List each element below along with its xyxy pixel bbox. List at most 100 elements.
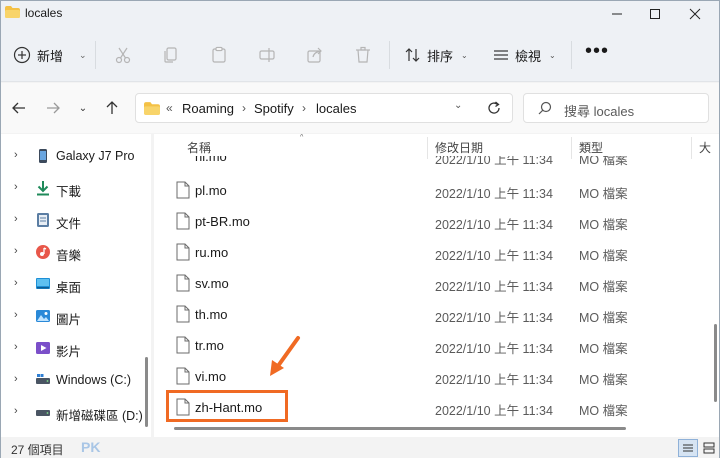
sidebar-item-label: 音樂 <box>56 249 82 263</box>
breadcrumb-locales[interactable]: locales <box>316 101 356 116</box>
navigation-bar: ⌄ « Roaming › Spotify › locales ⌄ 搜尋 loc… <box>1 83 719 133</box>
file-row[interactable]: pt-BR.mo 2022/1/10 上午 11:34 MO 檔案 <box>168 206 708 237</box>
file-name: tr.mo <box>195 338 224 353</box>
toolbar-divider <box>95 41 96 69</box>
breadcrumb-roaming[interactable]: Roaming <box>182 101 234 116</box>
file-type: MO 檔案 <box>579 342 628 356</box>
file-type: MO 檔案 <box>579 280 628 294</box>
chevron-right-icon[interactable]: › <box>14 405 18 417</box>
chevron-right-icon[interactable]: › <box>14 277 18 289</box>
copy-icon <box>164 47 177 63</box>
file-row[interactable]: th.mo 2022/1/10 上午 11:34 MO 檔案 <box>168 299 708 330</box>
highlight-box <box>166 390 288 422</box>
copy-button[interactable] <box>159 43 183 67</box>
sidebar-item-galaxy-j7-pro[interactable]: › Galaxy J7 Pro <box>1 142 151 170</box>
overflow-chevron[interactable]: « <box>166 101 173 115</box>
refresh-button[interactable] <box>483 97 505 119</box>
sidebar-scrollbar[interactable] <box>145 357 148 427</box>
file-name: vi.mo <box>195 369 227 384</box>
sort-ascending-icon: ^ <box>300 134 304 141</box>
close-button[interactable] <box>675 1 715 27</box>
up-button[interactable] <box>101 97 123 119</box>
arrow-up-icon <box>106 101 118 114</box>
new-button[interactable]: 新增 ⌄ <box>13 43 87 67</box>
file-date: 2022/1/10 上午 11:34 <box>435 218 553 232</box>
sidebar-item-documents[interactable]: › 文件 <box>1 206 151 234</box>
item-count: 27 個項目 <box>11 443 64 457</box>
refresh-icon <box>488 101 500 114</box>
search-placeholder: 搜尋 locales <box>564 104 635 119</box>
file-type: MO 檔案 <box>579 311 628 325</box>
sidebar-item-downloads[interactable]: › 下載 <box>1 174 151 202</box>
file-name: ru.mo <box>195 245 229 260</box>
recent-dropdown[interactable]: ⌄ <box>72 97 94 119</box>
vertical-scrollbar[interactable] <box>714 324 717 402</box>
chevron-right-icon[interactable]: › <box>14 245 18 257</box>
file-row[interactable]: tr.mo 2022/1/10 上午 11:34 MO 檔案 <box>168 330 708 361</box>
chevron-right-icon[interactable]: › <box>14 373 18 385</box>
download-icon <box>37 181 49 196</box>
breadcrumb-separator[interactable]: › <box>242 101 246 115</box>
file-name: pl.mo <box>195 183 227 198</box>
sidebar-item-drive-d[interactable]: › 新增磁碟區 (D:) <box>1 398 151 426</box>
chevron-right-icon[interactable]: › <box>14 341 18 353</box>
sidebar-item-windows-c[interactable]: › Windows (C:) <box>1 366 151 394</box>
horizontal-scrollbar[interactable] <box>174 427 626 430</box>
sidebar-item-label: Windows (C:) <box>56 373 132 387</box>
share-icon <box>307 47 322 63</box>
folder-icon <box>5 6 20 18</box>
file-row[interactable]: ru.mo 2022/1/10 上午 11:34 MO 檔案 <box>168 237 708 268</box>
arrow-right-icon <box>47 102 60 114</box>
chevron-down-icon[interactable]: ⌄ <box>454 100 462 111</box>
rename-button[interactable] <box>255 43 279 67</box>
tiles-view-button[interactable] <box>699 439 719 457</box>
documents-icon <box>37 213 49 227</box>
file-type: MO 檔案 <box>579 187 628 201</box>
details-view-icon <box>683 444 693 452</box>
address-bar[interactable]: « Roaming › Spotify › locales ⌄ <box>135 93 513 123</box>
file-icon <box>176 336 190 354</box>
forward-button[interactable] <box>42 97 64 119</box>
file-date: 2022/1/10 上午 11:34 <box>435 404 553 418</box>
file-date: 2022/1/10 上午 11:34 <box>435 311 553 325</box>
minimize-button[interactable] <box>597 1 637 27</box>
paste-icon <box>212 46 226 63</box>
search-box[interactable]: 搜尋 locales <box>523 93 709 123</box>
sidebar-item-label: 桌面 <box>56 281 82 295</box>
title-bar[interactable]: locales <box>1 1 719 27</box>
more-options-button[interactable]: ••• <box>585 41 609 61</box>
drive-icon <box>36 410 50 416</box>
maximize-button[interactable] <box>635 1 675 27</box>
file-type: MO 檔案 <box>579 404 628 418</box>
details-view-button[interactable] <box>678 439 698 457</box>
sidebar-item-pictures[interactable]: › 圖片 <box>1 302 151 330</box>
chevron-right-icon[interactable]: › <box>14 213 18 225</box>
chevron-right-icon[interactable]: › <box>14 181 18 193</box>
back-button[interactable] <box>8 97 30 119</box>
folder-icon <box>144 102 160 115</box>
paste-button[interactable] <box>207 43 231 67</box>
file-date: 2022/1/10 上午 11:34 <box>435 373 553 387</box>
cut-button[interactable] <box>111 43 135 67</box>
sort-button[interactable]: 排序 ⌄ <box>405 45 468 65</box>
delete-button[interactable] <box>351 43 375 67</box>
breadcrumb-separator[interactable]: › <box>302 101 306 115</box>
view-button[interactable]: 檢視 ⌄ <box>493 45 556 65</box>
chevron-down-icon: ⌄ <box>461 50 468 60</box>
rename-icon <box>259 48 275 62</box>
chevron-right-icon[interactable]: › <box>14 309 18 321</box>
sidebar-item-label: 圖片 <box>56 313 82 327</box>
sidebar-item-music[interactable]: › 音樂 <box>1 238 151 266</box>
file-row[interactable]: sv.mo 2022/1/10 上午 11:34 MO 檔案 <box>168 268 708 299</box>
file-row[interactable]: pl.mo 2022/1/10 上午 11:34 MO 檔案 <box>168 175 708 206</box>
file-name: sv.mo <box>195 276 229 291</box>
file-row[interactable]: nl.mo 2022/1/10 上午 11:34 MO 檔案 <box>168 156 708 170</box>
share-button[interactable] <box>303 43 327 67</box>
file-name: th.mo <box>195 307 228 322</box>
breadcrumb-spotify[interactable]: Spotify <box>254 101 294 116</box>
chevron-right-icon[interactable]: › <box>14 149 18 161</box>
file-row[interactable]: vi.mo 2022/1/10 上午 11:34 MO 檔案 <box>168 361 708 392</box>
toolbar-divider <box>389 41 390 69</box>
sidebar-item-videos[interactable]: › 影片 <box>1 334 151 362</box>
sidebar-item-desktop[interactable]: › 桌面 <box>1 270 151 298</box>
